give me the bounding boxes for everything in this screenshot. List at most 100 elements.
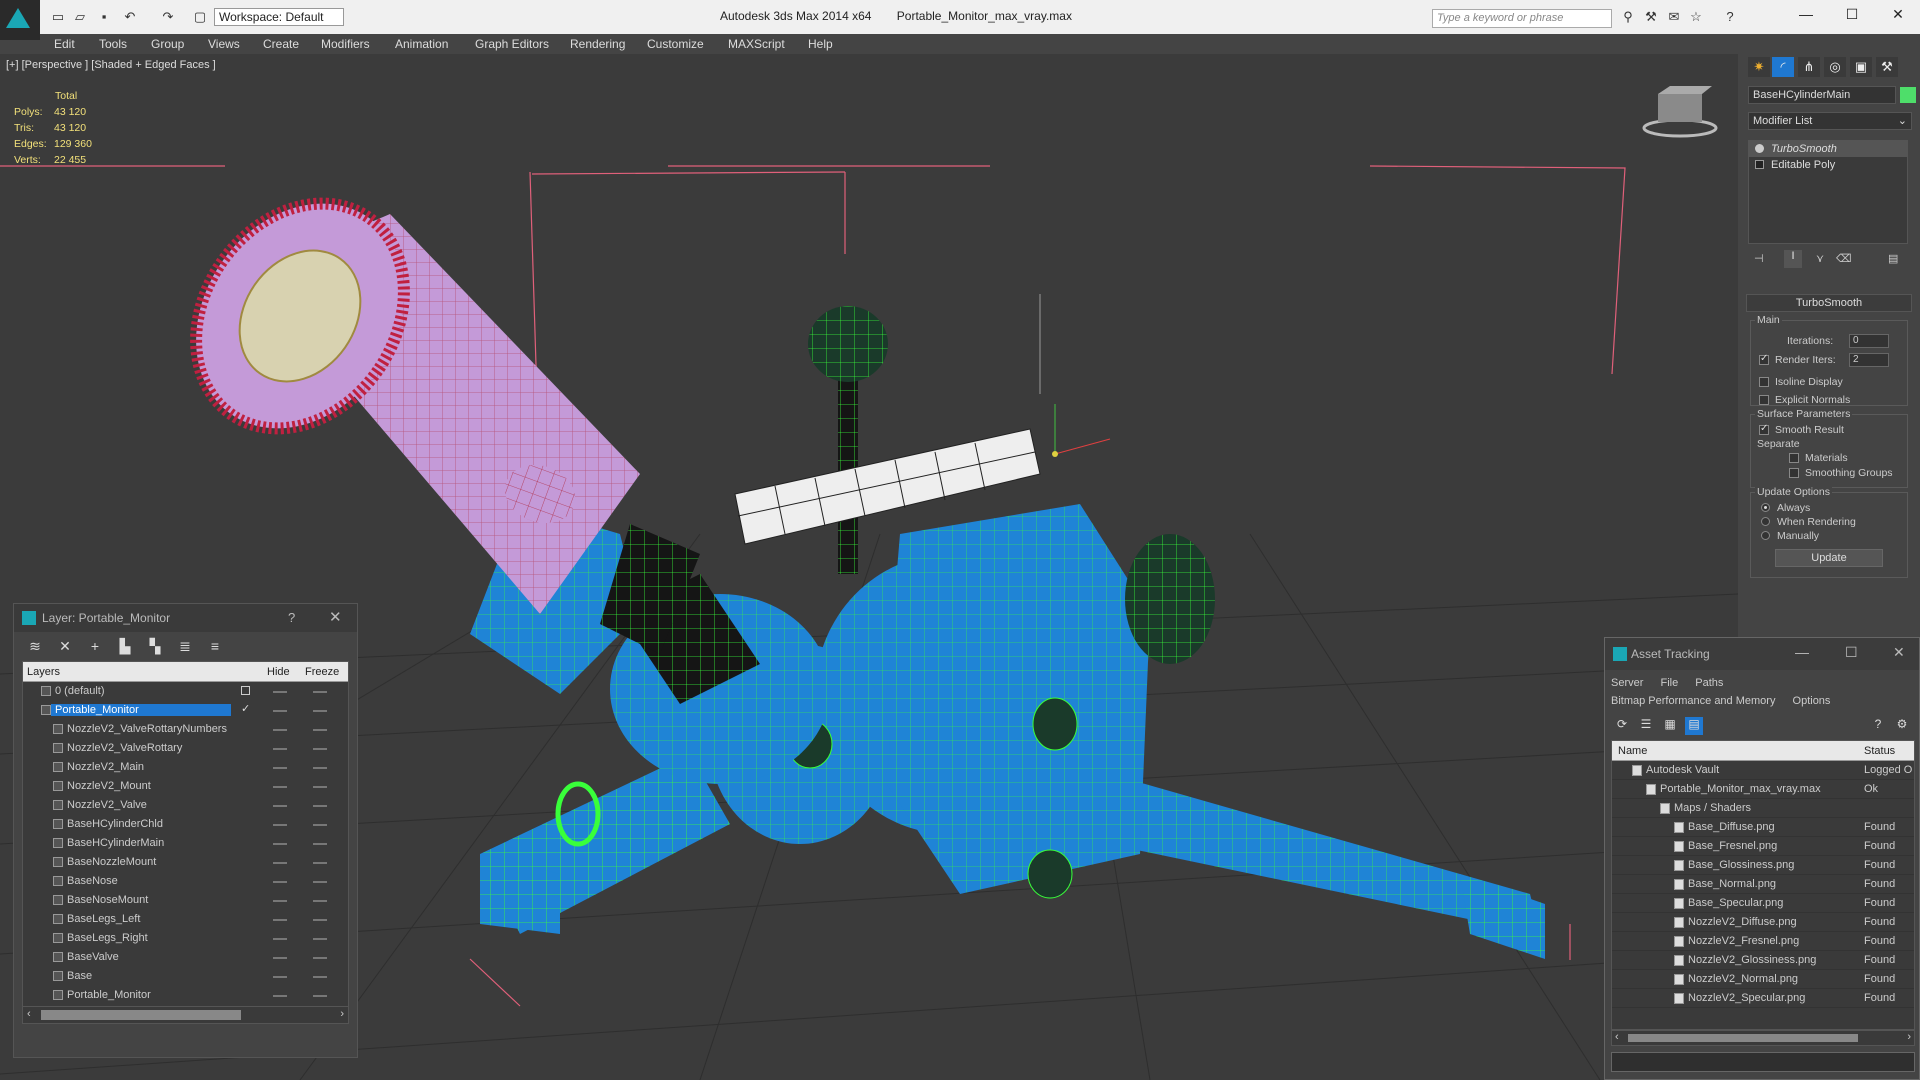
- checkmark-icon[interactable]: ✓: [241, 702, 250, 715]
- freeze-toggle[interactable]: [313, 843, 327, 845]
- asset-row[interactable]: Autodesk Vault Logged O: [1612, 761, 1914, 780]
- search-input[interactable]: Type a keyword or phrase: [1432, 9, 1612, 28]
- layer-object-row[interactable]: NozzleV2_Main: [23, 758, 348, 777]
- table-view-icon[interactable]: ▤: [1685, 717, 1703, 735]
- iterations-spinner[interactable]: 0: [1849, 334, 1889, 348]
- menu-server[interactable]: Server: [1611, 677, 1643, 689]
- show-end-result-icon[interactable]: I: [1784, 250, 1802, 268]
- hide-toggle[interactable]: [273, 729, 287, 731]
- modifier-list-dropdown[interactable]: Modifier List ⌄: [1748, 112, 1912, 130]
- layer-object-row[interactable]: BaseLegs_Right: [23, 929, 348, 948]
- update-button[interactable]: Update: [1775, 549, 1883, 567]
- asset-row[interactable]: Portable_Monitor_max_vray.max Ok: [1612, 780, 1914, 799]
- hide-toggle[interactable]: [273, 900, 287, 902]
- hide-toggle[interactable]: [273, 805, 287, 807]
- scroll-right-icon[interactable]: ›: [340, 1008, 344, 1020]
- layer-object-row[interactable]: NozzleV2_Valve: [23, 796, 348, 815]
- menu-maxscript[interactable]: MAXScript: [728, 37, 785, 51]
- hide-toggle[interactable]: [273, 862, 287, 864]
- scroll-thumb[interactable]: [1628, 1034, 1858, 1042]
- scroll-left-icon[interactable]: ‹: [27, 1008, 31, 1020]
- layer-object-row[interactable]: BaseNose: [23, 872, 348, 891]
- app-logo-icon[interactable]: [0, 0, 40, 40]
- hide-toggle[interactable]: [273, 748, 287, 750]
- maximize-icon[interactable]: ☐: [1845, 644, 1858, 661]
- select-objects-icon[interactable]: ▙: [116, 638, 134, 654]
- freeze-toggle[interactable]: [313, 748, 327, 750]
- asset-row[interactable]: NozzleV2_Diffuse.png Found: [1612, 913, 1914, 932]
- layer-object-row[interactable]: BaseValve: [23, 948, 348, 967]
- menu-bitmap-performance[interactable]: Bitmap Performance and Memory: [1611, 695, 1775, 707]
- list-view-icon[interactable]: ☰: [1637, 717, 1655, 735]
- freeze-toggle[interactable]: [313, 900, 327, 902]
- layer-window-titlebar[interactable]: Layer: Portable_Monitor ? ✕: [14, 604, 357, 632]
- new-file-icon[interactable]: ▭: [50, 9, 66, 25]
- layer-close-icon[interactable]: ✕: [329, 608, 342, 626]
- freeze-all-icon[interactable]: ≡: [206, 638, 224, 654]
- layer-object-row[interactable]: BaseHCylinderMain: [23, 834, 348, 853]
- menu-tools[interactable]: Tools: [99, 37, 127, 51]
- col-hide[interactable]: Hide: [267, 666, 290, 678]
- menu-help[interactable]: Help: [808, 37, 833, 51]
- asset-row[interactable]: Base_Normal.png Found: [1612, 875, 1914, 894]
- explicit-normals-checkbox[interactable]: [1759, 395, 1769, 405]
- smooth-result-checkbox[interactable]: [1759, 423, 1769, 435]
- asset-row[interactable]: Base_Glossiness.png Found: [1612, 856, 1914, 875]
- freeze-toggle[interactable]: [313, 805, 327, 807]
- freeze-toggle[interactable]: [313, 824, 327, 826]
- asset-row[interactable]: NozzleV2_Normal.png Found: [1612, 970, 1914, 989]
- close-icon[interactable]: ✕: [1893, 644, 1905, 661]
- scroll-left-icon[interactable]: ‹: [1615, 1031, 1619, 1043]
- undo-icon[interactable]: ↶: [122, 9, 138, 25]
- freeze-toggle[interactable]: [313, 881, 327, 883]
- asset-tracking-titlebar[interactable]: Asset Tracking — ☐ ✕: [1605, 638, 1919, 670]
- lightbulb-icon[interactable]: [1755, 144, 1764, 153]
- layer-row-portable-monitor[interactable]: Portable_Monitor ✓: [23, 701, 348, 720]
- menu-modifiers[interactable]: Modifiers: [321, 37, 370, 51]
- freeze-toggle[interactable]: [313, 691, 327, 693]
- create-layer-icon[interactable]: ≋: [26, 638, 44, 654]
- favorites-star-icon[interactable]: ☆: [1688, 9, 1704, 25]
- isoline-checkbox[interactable]: [1759, 377, 1769, 387]
- hide-toggle[interactable]: [273, 938, 287, 940]
- modifier-editable-poly[interactable]: Editable Poly: [1749, 157, 1907, 173]
- materials-checkbox[interactable]: [1789, 453, 1799, 463]
- menu-animation[interactable]: Animation: [395, 37, 448, 51]
- modifier-turbosmooth[interactable]: TurboSmooth: [1749, 141, 1907, 157]
- scroll-thumb[interactable]: [41, 1010, 241, 1020]
- hierarchy-tab-icon[interactable]: ⋔: [1798, 57, 1820, 77]
- freeze-toggle[interactable]: [313, 710, 327, 712]
- refresh-icon[interactable]: ⟳: [1613, 717, 1631, 735]
- freeze-toggle[interactable]: [313, 767, 327, 769]
- settings-icon[interactable]: ⚙: [1893, 717, 1911, 735]
- object-name-input[interactable]: BaseHCylinderMain: [1748, 86, 1896, 104]
- layer-help-icon[interactable]: ?: [288, 610, 295, 625]
- add-to-layer-icon[interactable]: +: [86, 638, 104, 654]
- freeze-toggle[interactable]: [313, 729, 327, 731]
- menu-paths[interactable]: Paths: [1695, 677, 1723, 689]
- layer-object-row[interactable]: BaseHCylinderChld: [23, 815, 348, 834]
- modify-tab-icon[interactable]: ◜: [1772, 57, 1794, 77]
- col-freeze[interactable]: Freeze: [305, 666, 339, 678]
- asset-row[interactable]: NozzleV2_Glossiness.png Found: [1612, 951, 1914, 970]
- hide-toggle[interactable]: [273, 881, 287, 883]
- render-iters-spinner[interactable]: 2: [1849, 353, 1889, 367]
- freeze-toggle[interactable]: [313, 786, 327, 788]
- delete-layer-icon[interactable]: ✕: [56, 638, 74, 654]
- highlight-objects-icon[interactable]: ▚: [146, 638, 164, 654]
- always-radio[interactable]: [1761, 503, 1770, 512]
- scroll-right-icon[interactable]: ›: [1907, 1031, 1911, 1043]
- open-file-icon[interactable]: ▱: [72, 9, 88, 25]
- motion-tab-icon[interactable]: ◎: [1824, 57, 1846, 77]
- asset-row[interactable]: Base_Fresnel.png Found: [1612, 837, 1914, 856]
- viewcube-icon[interactable]: [1642, 86, 1718, 138]
- asset-horizontal-scrollbar[interactable]: ‹ ›: [1611, 1030, 1915, 1046]
- hide-all-icon[interactable]: ≣: [176, 638, 194, 654]
- tree-view-icon[interactable]: ▦: [1661, 717, 1679, 735]
- binoculars-icon[interactable]: ⚲: [1620, 9, 1636, 25]
- hide-toggle[interactable]: [273, 767, 287, 769]
- asset-row[interactable]: NozzleV2_Fresnel.png Found: [1612, 932, 1914, 951]
- hide-toggle[interactable]: [273, 957, 287, 959]
- hide-toggle[interactable]: [273, 919, 287, 921]
- menu-views[interactable]: Views: [208, 37, 240, 51]
